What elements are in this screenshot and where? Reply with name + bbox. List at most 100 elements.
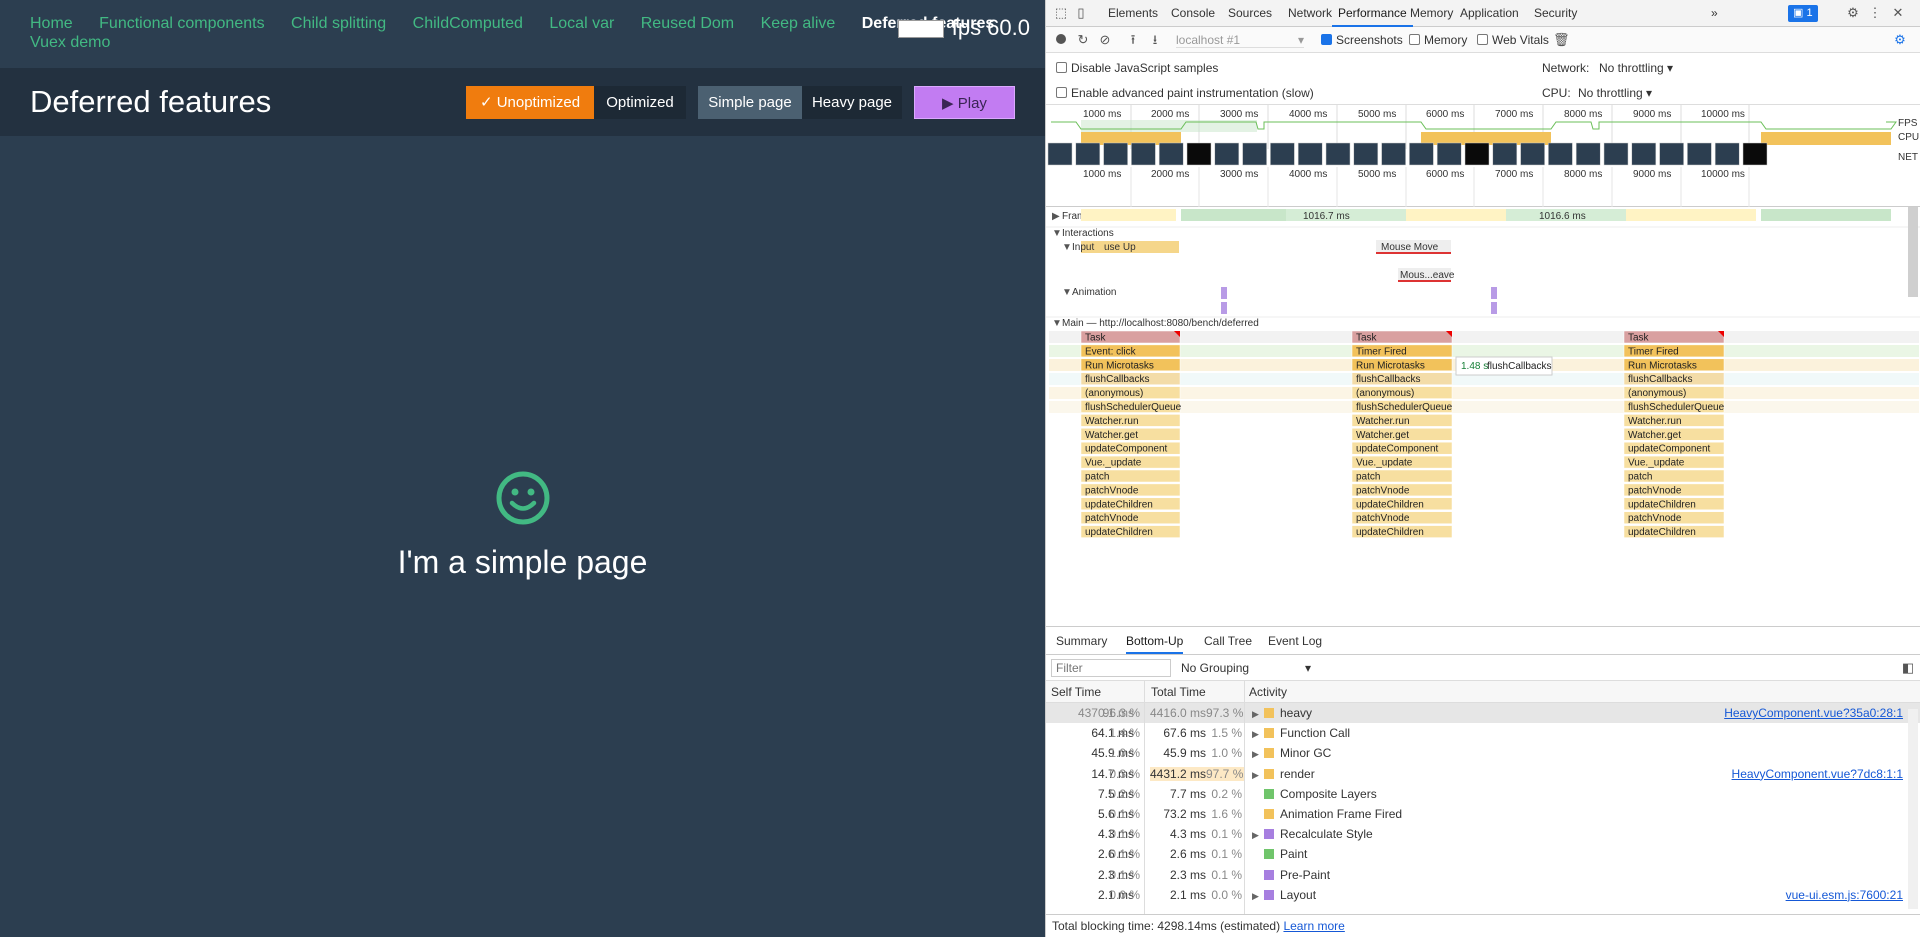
activity-cell: Paint xyxy=(1252,847,1307,861)
optimized-button[interactable]: Optimized xyxy=(594,86,686,119)
screenshot-thumbnail xyxy=(1353,142,1379,166)
total-time-cell: 67.6 ms 1.5 % xyxy=(1150,726,1244,740)
table-row[interactable]: 2.3 ms 0.1 % 2.3 ms 0.1 % Pre-Paint xyxy=(1046,865,1920,885)
nav-link-6[interactable]: Keep alive xyxy=(761,15,836,32)
flame-block-label: Vue._update xyxy=(1356,458,1413,469)
more-tabs-button[interactable]: » xyxy=(1711,0,1718,27)
expand-arrow-icon[interactable]: ▶ xyxy=(1252,749,1264,760)
fps-meter: fps 60.0 xyxy=(897,15,1030,41)
unoptimized-button[interactable]: ✓ Unoptimized xyxy=(466,86,594,119)
reload-icon[interactable]: ↻ xyxy=(1076,33,1090,47)
table-row[interactable]: 4370.1 ms 96.3 % 4416.0 ms97.3 % ▶ heavy Heav… xyxy=(1046,703,1920,723)
source-link[interactable]: HeavyComponent.vue?35a0:28:1 xyxy=(1724,706,1903,720)
total-time: 7.7 ms xyxy=(1169,786,1206,801)
table-row[interactable]: 7.5 ms 0.2 % 7.7 ms 0.2 % Composite Layers xyxy=(1046,784,1920,804)
enable-paint-checkbox[interactable]: Enable advanced paint instrumentation (s… xyxy=(1056,86,1314,100)
details-tab-bottom-up[interactable]: Bottom-Up xyxy=(1126,634,1184,654)
learn-more-link[interactable]: Learn more xyxy=(1283,919,1344,933)
table-row[interactable]: 14.7 ms 0.3 % 4431.2 ms97.7 % ▶ render HeavyC… xyxy=(1046,764,1920,784)
smiley-face-icon xyxy=(495,470,551,526)
expand-arrow-icon[interactable]: ▶ xyxy=(1252,729,1264,740)
upload-icon[interactable]: ⭱ xyxy=(1126,33,1140,47)
expand-arrow-icon[interactable]: ▶ xyxy=(1252,830,1264,841)
disable-js-samples-checkbox[interactable]: Disable JavaScript samples xyxy=(1056,61,1218,75)
table-row[interactable]: 2.6 ms 0.1 % 2.6 ms 0.1 % Paint xyxy=(1046,844,1920,864)
nav-link-8[interactable]: Vuex demo xyxy=(30,34,110,51)
play-button[interactable]: ▶ Play xyxy=(914,86,1015,119)
details-tab-call-tree[interactable]: Call Tree xyxy=(1204,634,1252,648)
record-icon[interactable] xyxy=(1054,33,1068,47)
col-activity[interactable]: Activity xyxy=(1249,685,1287,699)
table-row[interactable]: 5.6 ms 0.1 % 73.2 ms 1.6 % Animation Frame F… xyxy=(1046,804,1920,824)
nav-link-4[interactable]: Local var xyxy=(549,15,614,32)
details-tab-summary[interactable]: Summary xyxy=(1056,634,1107,648)
nav-link-0[interactable]: Home xyxy=(30,15,73,32)
table-row[interactable]: 4.3 ms 0.1 % 4.3 ms 0.1 % ▶ Recalculate Style xyxy=(1046,824,1920,844)
heavy-page-button[interactable]: Heavy page xyxy=(802,86,902,119)
nav-link-1[interactable]: Functional components xyxy=(99,15,264,32)
devtools-tab-sources[interactable]: Sources xyxy=(1228,0,1272,27)
flame-block-label: updateComponent xyxy=(1356,444,1439,455)
issues-badge[interactable]: ▣ 1 xyxy=(1788,5,1818,22)
col-total-time[interactable]: Total Time xyxy=(1151,685,1206,699)
details-tab-event-log[interactable]: Event Log xyxy=(1268,634,1322,648)
web-vitals-checkbox[interactable]: Web Vitals xyxy=(1477,33,1549,47)
grouping-select[interactable]: No Grouping ▾ xyxy=(1181,661,1311,675)
expand-arrow-icon[interactable]: ▶ xyxy=(1252,770,1264,781)
total-time-cell: 45.9 ms 1.0 % xyxy=(1150,746,1244,760)
flame-block-label: flushCallbacks xyxy=(1628,374,1692,385)
input-label: Input xyxy=(1072,242,1094,253)
network-throttle-select[interactable]: No throttling ▾ xyxy=(1599,61,1673,75)
table-row[interactable]: 64.1 ms 1.4 % 67.6 ms 1.5 % ▶ Function Call xyxy=(1046,723,1920,743)
col-self-time[interactable]: Self Time xyxy=(1051,685,1101,699)
nav-link-2[interactable]: Child splitting xyxy=(291,15,386,32)
screenshot-thumbnail xyxy=(1381,142,1406,166)
total-time-cell: 2.1 ms 0.0 % xyxy=(1150,888,1244,902)
devtools-tab-network[interactable]: Network xyxy=(1288,0,1332,27)
devtools-tab-performance[interactable]: Performance xyxy=(1332,0,1413,27)
devtools-tab-console[interactable]: Console xyxy=(1171,0,1215,27)
expand-arrow-icon[interactable]: ▶ xyxy=(1252,709,1264,720)
devtools-tab-elements[interactable]: Elements xyxy=(1108,0,1158,27)
download-icon[interactable]: ⭳ xyxy=(1148,33,1162,47)
nav-link-5[interactable]: Reused Dom xyxy=(641,15,734,32)
sidebar-toggle-icon[interactable]: ◧ xyxy=(1901,661,1915,675)
device-toggle-icon[interactable]: ▯ xyxy=(1074,6,1088,20)
screenshots-checkbox[interactable]: Screenshots xyxy=(1321,33,1403,47)
nav-link-3[interactable]: ChildComputed xyxy=(413,15,523,32)
flame-block-label: patchVnode xyxy=(1085,485,1139,496)
scrollbar[interactable] xyxy=(1908,709,1918,909)
enable-paint-label: Enable advanced paint instrumentation (s… xyxy=(1071,86,1314,100)
flame-block-label: flushCallbacks xyxy=(1085,374,1149,385)
settings-gear-icon[interactable]: ⚙ xyxy=(1846,6,1860,20)
timeline-overview[interactable]: 1000 ms 2000 ms 3000 ms 4000 ms 5000 ms 6000 … xyxy=(1046,105,1920,207)
screenshot-thumbnail xyxy=(1575,142,1601,166)
flame-block-label: Watcher.get xyxy=(1628,430,1681,441)
inspect-icon[interactable]: ⬚ xyxy=(1054,6,1068,20)
source-link[interactable]: vue-ui.esm.js:7600:21 xyxy=(1786,888,1903,902)
cpu-throttle-select[interactable]: No throttling ▾ xyxy=(1578,86,1652,100)
devtools-panel: ⬚ ▯ Elements Console Sources Network Perform… xyxy=(1045,0,1920,937)
table-row[interactable]: 45.9 ms 1.0 % 45.9 ms 1.0 % ▶ Minor GC xyxy=(1046,743,1920,763)
devtools-tab-memory[interactable]: Memory xyxy=(1410,0,1453,27)
filter-input[interactable] xyxy=(1051,659,1171,677)
trash-icon[interactable]: 🗑 xyxy=(1553,33,1570,47)
expand-arrow-icon[interactable]: ▶ xyxy=(1252,891,1264,902)
overview-lane-label: NET xyxy=(1898,152,1918,163)
devtools-tab-application[interactable]: Application xyxy=(1460,0,1519,27)
overview-tick-label: 2000 ms xyxy=(1151,109,1189,120)
close-icon[interactable]: ✕ xyxy=(1891,6,1905,20)
total-time-cell: 2.3 ms 0.1 % xyxy=(1150,868,1244,882)
total-percent: 0.1 % xyxy=(1211,867,1242,882)
memory-checkbox[interactable]: Memory xyxy=(1409,33,1467,47)
capture-settings-gear-icon[interactable]: ⚙ xyxy=(1893,33,1907,47)
flame-chart[interactable]: ▶ Frames 1016.7 ms 1016.6 ms ▼ Interactions ▼ I… xyxy=(1046,207,1920,627)
simple-page-button[interactable]: Simple page xyxy=(698,86,802,119)
source-link[interactable]: HeavyComponent.vue?7dc8:1:1 xyxy=(1732,767,1903,781)
table-row[interactable]: 2.1 ms 0.0 % 2.1 ms 0.0 % ▶ Layout vue-ui.esm.… xyxy=(1046,885,1920,905)
clear-icon[interactable]: ⊘ xyxy=(1098,33,1112,47)
target-select[interactable]: localhost #1 ▾ xyxy=(1176,33,1304,48)
more-options-icon[interactable]: ⋮ xyxy=(1868,6,1882,20)
ruler-tick-label: 2000 ms xyxy=(1151,169,1189,180)
devtools-tab-security[interactable]: Security xyxy=(1534,0,1577,27)
